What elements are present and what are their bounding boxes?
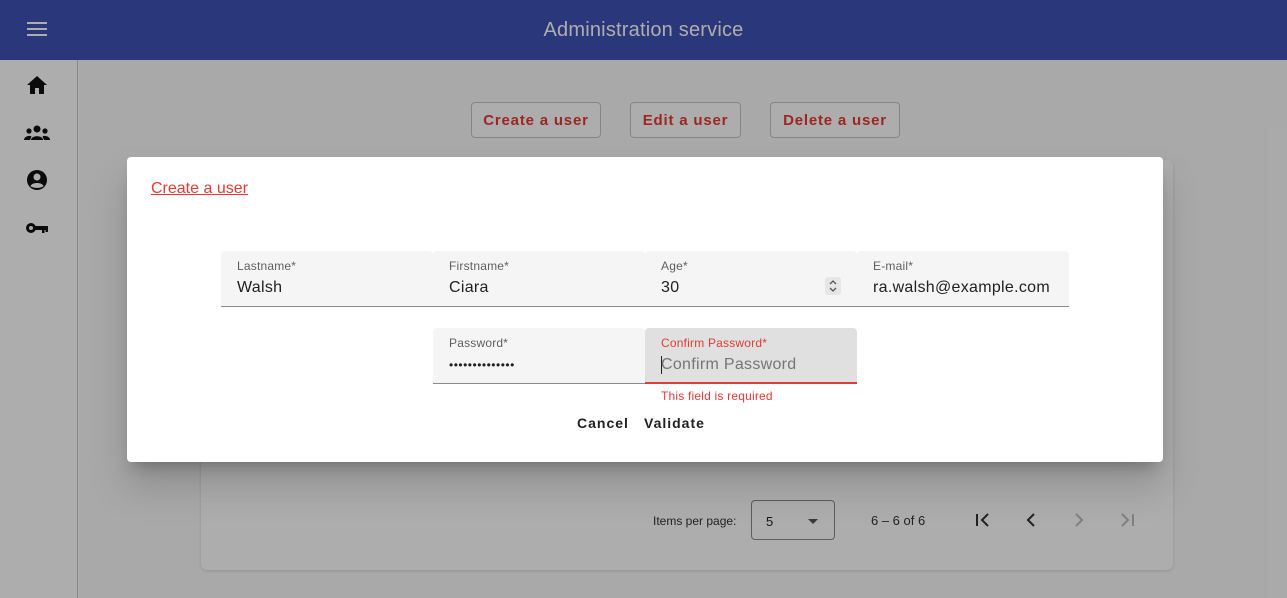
firstname-input[interactable]: Ciara <box>449 279 489 297</box>
confirm-password-field[interactable]: Confirm Password* Confirm Password <box>645 328 857 384</box>
dialog-title[interactable]: Create a user <box>151 180 248 198</box>
firstname-field[interactable]: Firstname* Ciara <box>433 251 645 307</box>
password-input[interactable]: •••••••••••••• <box>449 358 515 372</box>
email-input[interactable]: ra.walsh@example.com <box>873 279 1063 297</box>
password-label: Password* <box>449 336 509 350</box>
lastname-field[interactable]: Lastname* Walsh <box>221 251 433 307</box>
age-input[interactable]: 30 <box>661 279 679 297</box>
password-field[interactable]: Password* •••••••••••••• <box>433 328 645 384</box>
cancel-button[interactable]: Cancel <box>577 413 629 433</box>
age-field[interactable]: Age* 30 <box>645 251 857 307</box>
lastname-input[interactable]: Walsh <box>237 279 282 297</box>
confirm-password-label: Confirm Password* <box>661 336 768 350</box>
firstname-label: Firstname* <box>449 259 510 273</box>
create-user-dialog: Create a user Lastname* Walsh Firstname*… <box>127 157 1163 462</box>
number-stepper-icon[interactable] <box>825 277 841 295</box>
email-label: E-mail* <box>873 259 914 273</box>
app-root: Administration service Create a user Edi… <box>0 0 1287 598</box>
lastname-label: Lastname* <box>237 259 297 273</box>
confirm-password-error: This field is required <box>661 389 773 403</box>
age-label: Age* <box>661 259 688 273</box>
email-field[interactable]: E-mail* ra.walsh@example.com <box>857 251 1069 307</box>
confirm-password-input[interactable]: Confirm Password <box>661 356 797 374</box>
validate-button[interactable]: Validate <box>644 413 705 433</box>
